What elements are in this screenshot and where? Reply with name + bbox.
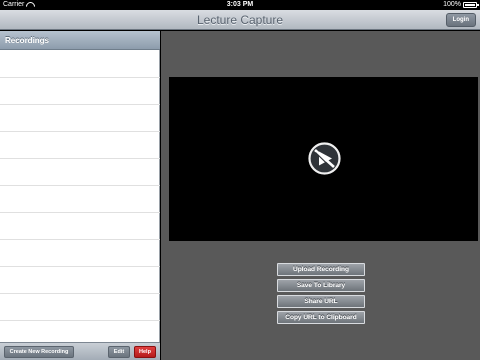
recording-row[interactable] xyxy=(0,267,160,294)
upload-recording-button[interactable]: Upload Recording xyxy=(277,263,365,276)
recording-row[interactable] xyxy=(0,240,160,267)
recordings-panel: Recordings Create New Recording Edit Hel… xyxy=(0,31,160,360)
app-title: Lecture Capture xyxy=(196,13,284,27)
recordings-header: Recordings xyxy=(0,31,160,50)
battery-fill xyxy=(465,4,475,6)
title-bar: Lecture Capture Login xyxy=(0,10,480,30)
status-time: 3:03 PM xyxy=(226,1,254,8)
copy-url-button[interactable]: Copy URL to Clipboard xyxy=(277,311,365,324)
play-logo-icon[interactable] xyxy=(308,142,341,175)
battery-group: 100% xyxy=(443,0,479,10)
help-button[interactable]: Help xyxy=(134,346,156,358)
save-to-library-button[interactable]: Save To Library xyxy=(277,279,365,292)
edit-button[interactable]: Edit xyxy=(108,346,130,358)
recording-row[interactable] xyxy=(0,78,160,105)
recording-row[interactable] xyxy=(0,132,160,159)
login-button[interactable]: Login xyxy=(445,13,476,27)
content-area: Upload Recording Save To Library Share U… xyxy=(161,31,480,360)
battery-percent: 100% xyxy=(443,1,461,8)
recording-row[interactable] xyxy=(0,294,160,321)
create-recording-button[interactable]: Create New Recording xyxy=(4,346,74,358)
status-bar: Carrier 3:03 PM 100% xyxy=(0,0,480,10)
share-url-button[interactable]: Share URL xyxy=(277,295,365,308)
recording-row[interactable] xyxy=(0,159,160,186)
recordings-list xyxy=(0,51,160,348)
battery-icon xyxy=(463,2,479,8)
recording-row[interactable] xyxy=(0,105,160,132)
recording-row[interactable] xyxy=(0,186,160,213)
recording-row[interactable] xyxy=(0,213,160,240)
recording-row[interactable] xyxy=(0,51,160,78)
video-player[interactable] xyxy=(169,77,478,241)
recordings-toolbar: Create New Recording Edit Help xyxy=(0,342,160,360)
